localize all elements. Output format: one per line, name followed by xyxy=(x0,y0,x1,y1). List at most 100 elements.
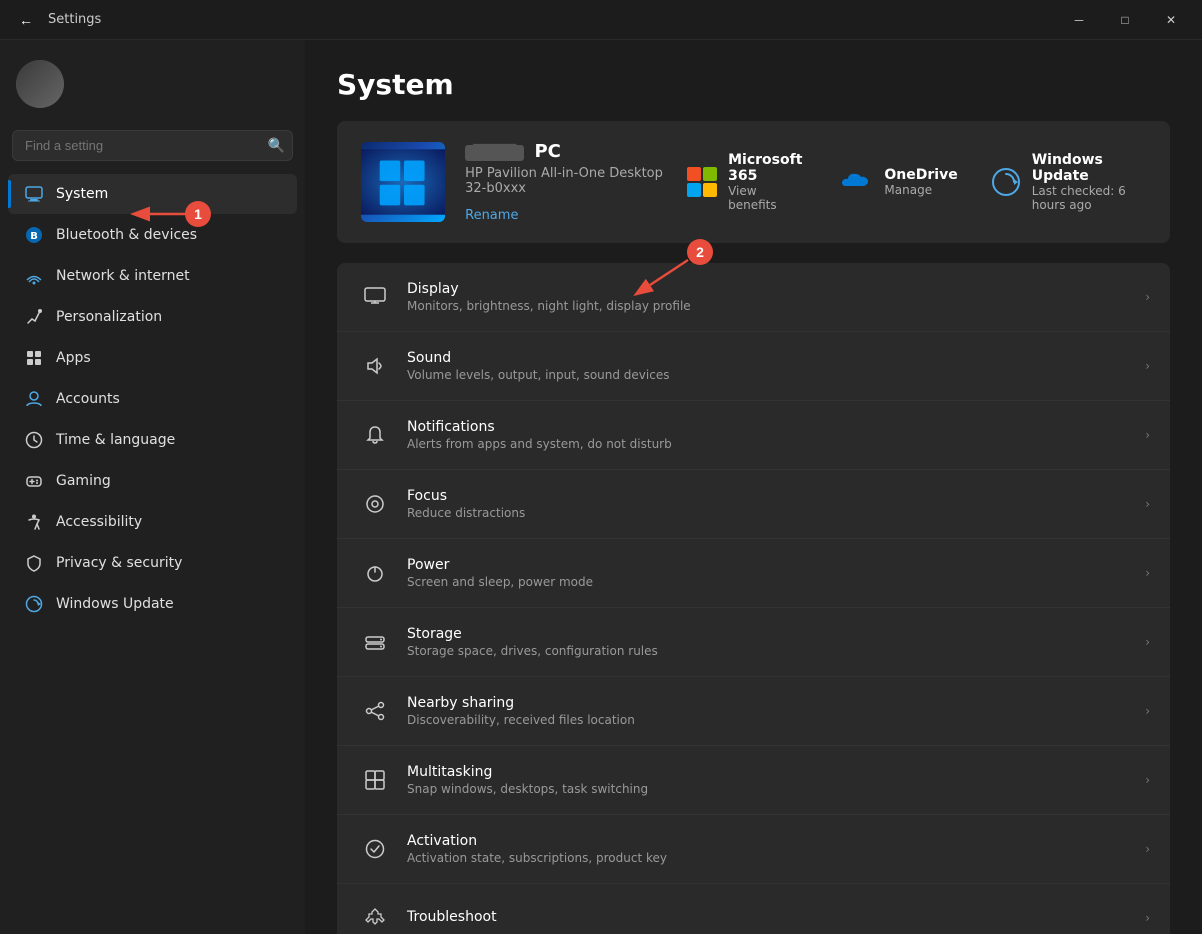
onedrive-icon xyxy=(838,164,874,200)
power-icon xyxy=(357,555,393,591)
ms365-quick-action[interactable]: Microsoft 365 View benefits xyxy=(686,152,806,212)
sidebar-item-label-update: Windows Update xyxy=(56,596,281,612)
system-info-card: ████ PC HP Pavilion All-in-One Desktop 3… xyxy=(337,121,1170,243)
sidebar-item-network[interactable]: Network & internet xyxy=(8,256,297,296)
network-icon xyxy=(24,266,44,286)
back-button[interactable]: ← xyxy=(12,6,40,34)
settings-item-activation[interactable]: Activation Activation state, subscriptio… xyxy=(337,815,1170,884)
sidebar-item-label-system: System xyxy=(56,186,281,202)
sidebar-item-label-privacy: Privacy & security xyxy=(56,555,281,571)
system-details: ████ PC HP Pavilion All-in-One Desktop 3… xyxy=(465,141,686,223)
settings-item-display[interactable]: Display Monitors, brightness, night ligh… xyxy=(337,263,1170,332)
sidebar-item-label-bluetooth: Bluetooth & devices xyxy=(56,227,281,243)
chevron-icon: › xyxy=(1145,428,1150,442)
settings-item-focus[interactable]: Focus Reduce distractions › xyxy=(337,470,1170,539)
minimize-button[interactable]: ─ xyxy=(1056,4,1102,36)
nearby-sharing-icon xyxy=(357,693,393,729)
sound-icon xyxy=(357,348,393,384)
winupdate-icon xyxy=(990,164,1022,200)
system-thumbnail xyxy=(361,142,445,222)
sidebar-item-label-time: Time & language xyxy=(56,432,281,448)
close-button[interactable]: ✕ xyxy=(1148,4,1194,36)
maximize-button[interactable]: □ xyxy=(1102,4,1148,36)
sidebar-search-container: 🔍 xyxy=(0,124,305,173)
chevron-icon: › xyxy=(1145,566,1150,580)
sidebar-item-update[interactable]: Windows Update xyxy=(8,584,297,624)
settings-item-power[interactable]: Power Screen and sleep, power mode › xyxy=(337,539,1170,608)
focus-text: Focus Reduce distractions xyxy=(407,488,1145,520)
activation-icon xyxy=(357,831,393,867)
chevron-icon: › xyxy=(1145,359,1150,373)
titlebar: ← Settings ─ □ ✕ xyxy=(0,0,1202,40)
time-icon xyxy=(24,430,44,450)
onedrive-quick-action[interactable]: OneDrive Manage xyxy=(838,152,957,212)
sidebar-item-label-network: Network & internet xyxy=(56,268,281,284)
sidebar-item-label-apps: Apps xyxy=(56,350,281,366)
settings-item-storage[interactable]: Storage Storage space, drives, configura… xyxy=(337,608,1170,677)
chevron-icon: › xyxy=(1145,704,1150,718)
avatar xyxy=(16,60,64,108)
page-title: System xyxy=(337,68,1170,101)
power-text: Power Screen and sleep, power mode xyxy=(407,557,1145,589)
ms365-text: Microsoft 365 View benefits xyxy=(728,152,806,212)
search-icon[interactable]: 🔍 xyxy=(268,137,285,154)
chevron-icon: › xyxy=(1145,911,1150,925)
apps-icon xyxy=(24,348,44,368)
display-icon xyxy=(357,279,393,315)
settings-item-sound[interactable]: Sound Volume levels, output, input, soun… xyxy=(337,332,1170,401)
chevron-icon: › xyxy=(1145,497,1150,511)
activation-text: Activation Activation state, subscriptio… xyxy=(407,833,1145,865)
gaming-icon xyxy=(24,471,44,491)
settings-group: Display Monitors, brightness, night ligh… xyxy=(337,263,1170,934)
accessibility-icon xyxy=(24,512,44,532)
sidebar-item-bluetooth[interactable]: B Bluetooth & devices xyxy=(8,215,297,255)
system-info-left: ████ PC HP Pavilion All-in-One Desktop 3… xyxy=(361,141,686,223)
sidebar-item-accessibility[interactable]: Accessibility xyxy=(8,502,297,542)
pc-model: HP Pavilion All-in-One Desktop 32-b0xxx xyxy=(465,166,686,196)
svg-text:B: B xyxy=(30,231,38,242)
storage-icon xyxy=(357,624,393,660)
sidebar-item-label-gaming: Gaming xyxy=(56,473,281,489)
titlebar-title: Settings xyxy=(48,12,101,27)
settings-item-nearby-sharing[interactable]: Nearby sharing Discoverability, received… xyxy=(337,677,1170,746)
titlebar-controls: ─ □ ✕ xyxy=(1056,4,1194,36)
troubleshoot-icon xyxy=(357,900,393,934)
sidebar-item-gaming[interactable]: Gaming xyxy=(8,461,297,501)
notifications-icon xyxy=(357,417,393,453)
ms365-icon xyxy=(686,164,718,200)
sidebar-item-label-personalization: Personalization xyxy=(56,309,281,325)
sidebar-nav: System B Bluetooth & devices xyxy=(0,173,305,625)
sound-text: Sound Volume levels, output, input, soun… xyxy=(407,350,1145,382)
chevron-icon: › xyxy=(1145,773,1150,787)
app-container: 🔍 System B xyxy=(0,40,1202,934)
rename-link[interactable]: Rename xyxy=(465,208,518,223)
system-info-right: Microsoft 365 View benefits OneDrive Man… xyxy=(686,152,1146,212)
accounts-icon xyxy=(24,389,44,409)
nearby-sharing-text: Nearby sharing Discoverability, received… xyxy=(407,695,1145,727)
bluetooth-icon: B xyxy=(24,225,44,245)
focus-icon xyxy=(357,486,393,522)
sidebar-item-system[interactable]: System xyxy=(8,174,297,214)
multitasking-text: Multitasking Snap windows, desktops, tas… xyxy=(407,764,1145,796)
sidebar-item-apps[interactable]: Apps xyxy=(8,338,297,378)
personalization-icon xyxy=(24,307,44,327)
main-content: System xyxy=(305,40,1202,934)
search-input[interactable] xyxy=(12,130,293,161)
sidebar-item-privacy[interactable]: Privacy & security xyxy=(8,543,297,583)
sidebar-item-personalization[interactable]: Personalization xyxy=(8,297,297,337)
settings-item-notifications[interactable]: Notifications Alerts from apps and syste… xyxy=(337,401,1170,470)
sidebar-item-accounts[interactable]: Accounts xyxy=(8,379,297,419)
multitasking-icon xyxy=(357,762,393,798)
update-icon xyxy=(24,594,44,614)
winupdate-quick-action[interactable]: Windows Update Last checked: 6 hours ago xyxy=(990,152,1146,212)
sidebar-item-time[interactable]: Time & language xyxy=(8,420,297,460)
winupdate-text: Windows Update Last checked: 6 hours ago xyxy=(1032,152,1146,212)
onedrive-text: OneDrive Manage xyxy=(884,167,957,197)
settings-item-multitasking[interactable]: Multitasking Snap windows, desktops, tas… xyxy=(337,746,1170,815)
sidebar: 🔍 System B xyxy=(0,40,305,934)
settings-item-troubleshoot[interactable]: Troubleshoot › xyxy=(337,884,1170,934)
storage-text: Storage Storage space, drives, configura… xyxy=(407,626,1145,658)
privacy-icon xyxy=(24,553,44,573)
chevron-icon: › xyxy=(1145,842,1150,856)
system-icon xyxy=(24,184,44,204)
